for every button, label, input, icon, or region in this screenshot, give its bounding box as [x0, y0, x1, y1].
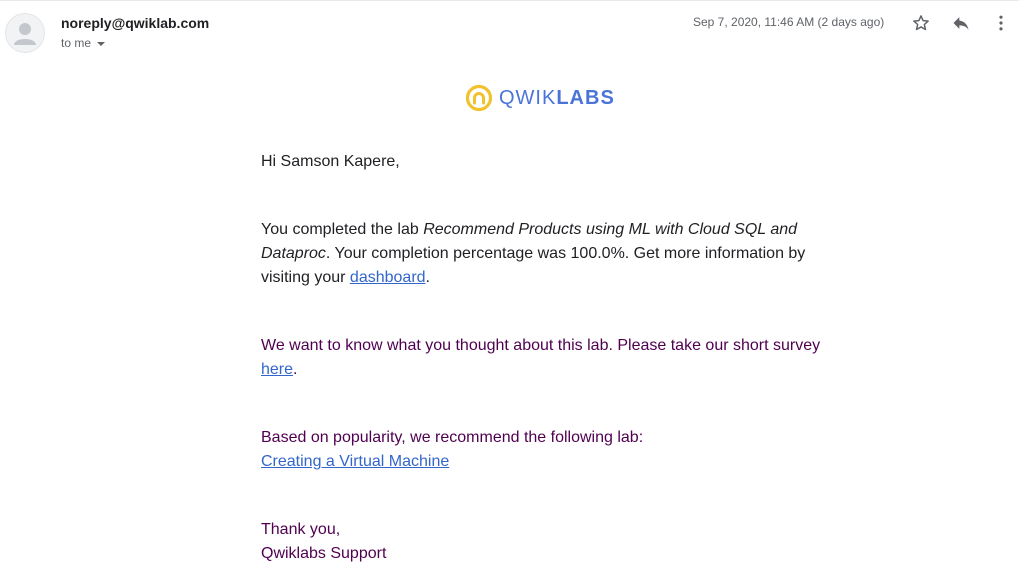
dashboard-link[interactable]: dashboard: [350, 269, 426, 286]
reply-icon[interactable]: [949, 11, 973, 35]
survey-text-end: .: [293, 361, 298, 378]
signoff-paragraph: Thank you, Qwiklabs Support: [261, 518, 821, 566]
qwiklabs-logo: QWIKLABS: [465, 84, 615, 112]
recipient-label: to me: [61, 36, 92, 50]
completion-text-start: You completed the lab: [261, 221, 424, 238]
completion-paragraph: You completed the lab Recommend Products…: [261, 218, 821, 290]
survey-link[interactable]: here: [261, 361, 293, 378]
star-icon[interactable]: [909, 11, 933, 35]
more-vert-icon[interactable]: [989, 11, 1013, 35]
logo-wordmark: QWIKLABS: [499, 87, 615, 110]
signoff-thanks: Thank you,: [261, 521, 341, 538]
caret-down-icon: [97, 41, 106, 46]
survey-text: We want to know what you thought about t…: [261, 337, 821, 354]
completion-text-middle: . Your completion percentage was 100.0%.…: [261, 245, 806, 286]
logo-prefix: QWIK: [499, 86, 557, 109]
qwiklabs-logo-icon: [465, 84, 493, 112]
message-date: Sep 7, 2020, 11:46 AM (2 days ago): [693, 15, 885, 29]
recommended-lab-link[interactable]: Creating a Virtual Machine: [261, 453, 449, 470]
message-body: Hi Samson Kapere, You completed the lab …: [261, 150, 821, 566]
recommend-text: Based on popularity, we recommend the fo…: [261, 429, 644, 446]
logo-suffix: LABS: [556, 86, 615, 109]
sender-email[interactable]: noreply@qwiklab.com: [61, 15, 209, 31]
completion-text-end: .: [425, 269, 430, 286]
greeting: Hi Samson Kapere,: [261, 153, 400, 170]
recipient-dropdown[interactable]: to me: [61, 36, 106, 50]
survey-paragraph: We want to know what you thought about t…: [261, 334, 821, 382]
recommend-paragraph: Based on popularity, we recommend the fo…: [261, 426, 821, 474]
message-header: noreply@qwiklab.com to me Sep 7, 2020, 1…: [0, 0, 1019, 60]
avatar-icon[interactable]: [5, 13, 45, 53]
